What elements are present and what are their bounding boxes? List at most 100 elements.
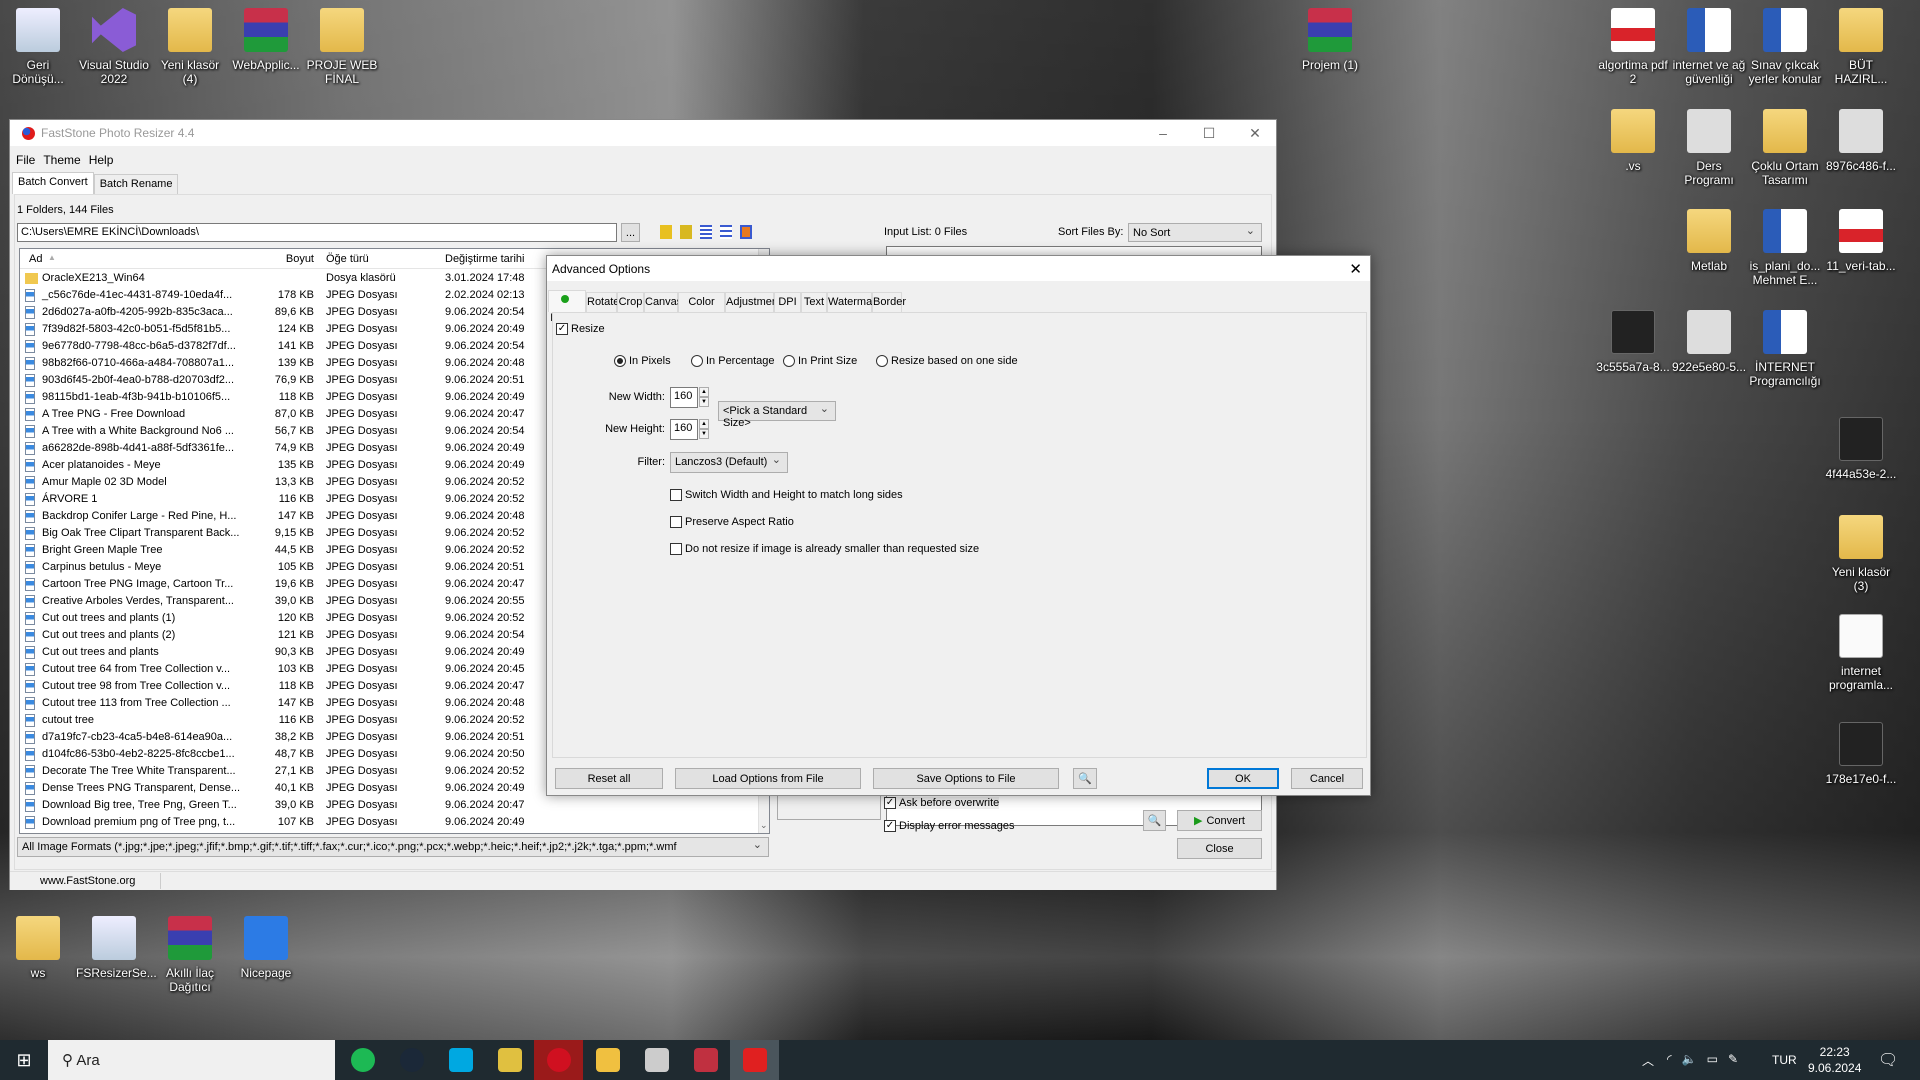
desktop-icon[interactable]: İNTERNET Programcılığı: [1747, 310, 1823, 388]
desktop-icon[interactable]: FSResizerSe...: [76, 916, 157, 980]
column-size[interactable]: Boyut: [270, 253, 314, 265]
save-options-button[interactable]: Save Options to File: [873, 768, 1059, 789]
height-spinner[interactable]: ▲ ▼: [699, 419, 709, 439]
battery-icon[interactable]: ▭: [1707, 1052, 1718, 1066]
pen-icon[interactable]: ✎: [1728, 1052, 1738, 1066]
desktop-icon[interactable]: WebApplic...: [228, 8, 304, 72]
load-options-button[interactable]: Load Options from File: [675, 768, 861, 789]
tab-color-depth[interactable]: Color Depth: [678, 292, 725, 326]
desktop-icon[interactable]: Metlab: [1671, 209, 1747, 273]
thumbnail-view-icon[interactable]: [740, 225, 752, 239]
menu-theme[interactable]: Theme: [43, 153, 80, 167]
desktop-icon[interactable]: Nicepage: [228, 916, 304, 980]
tab-watermark[interactable]: Watermark: [827, 292, 881, 312]
maximize-button[interactable]: ☐: [1186, 120, 1232, 146]
tab-batch-rename[interactable]: Batch Rename: [93, 174, 179, 194]
column-type[interactable]: Öğe türü: [326, 253, 369, 265]
details-view-icon[interactable]: [700, 225, 712, 239]
desktop-icon[interactable]: .vs: [1595, 109, 1671, 173]
radio-in-percentage[interactable]: In Percentage: [691, 355, 775, 368]
taskbar-app[interactable]: [436, 1040, 485, 1080]
preview-options-button[interactable]: 🔍: [1073, 768, 1097, 789]
tab-text[interactable]: Text: [801, 292, 827, 312]
format-filter-select[interactable]: All Image Formats (*.jpg;*.jpe;*.jpeg;*.…: [17, 837, 769, 857]
preserve-aspect-checkbox[interactable]: Preserve Aspect Ratio: [670, 516, 794, 529]
taskbar-app[interactable]: [632, 1040, 681, 1080]
desktop-icon[interactable]: algortima pdf 2: [1595, 8, 1671, 86]
tab-rotate[interactable]: Rotate: [586, 292, 619, 312]
desktop-icon[interactable]: 11_veri-tab...: [1823, 209, 1899, 273]
desktop-icon[interactable]: 3c555a7a-8...: [1595, 310, 1671, 374]
folder-up-icon[interactable]: [660, 225, 672, 239]
desktop-icon[interactable]: Sınav çıkcak yerler konular: [1747, 8, 1823, 86]
width-input[interactable]: 160: [670, 387, 698, 408]
display-errors-checkbox[interactable]: ✓ Display error messages: [884, 820, 1015, 833]
clock[interactable]: 22:23 9.06.2024: [1808, 1044, 1861, 1076]
height-input[interactable]: 160: [670, 419, 698, 440]
browse-button[interactable]: ...: [621, 223, 640, 242]
volume-icon[interactable]: 🔈: [1682, 1052, 1697, 1066]
close-window-button[interactable]: ✕: [1232, 120, 1278, 146]
resize-checkbox[interactable]: ✓ Resize: [556, 323, 605, 336]
refresh-icon[interactable]: [680, 225, 692, 239]
wifi-icon[interactable]: ◜: [1667, 1052, 1672, 1066]
menu-help[interactable]: Help: [89, 153, 114, 167]
path-input[interactable]: C:\Users\EMRE EKİNCİ\Downloads\: [17, 223, 617, 242]
ok-button[interactable]: OK: [1207, 768, 1279, 789]
desktop-icon[interactable]: Yeni klasör (4): [152, 8, 228, 86]
column-date[interactable]: Değiştirme tarihi: [445, 253, 524, 265]
dialog-close-button[interactable]: ✕: [1349, 260, 1362, 278]
notification-icon[interactable]: 🗨: [1878, 1050, 1898, 1070]
tab-dpi[interactable]: DPI: [774, 292, 801, 312]
language-indicator[interactable]: TUR: [1772, 1053, 1797, 1067]
radio-in-pixels[interactable]: In Pixels: [614, 355, 671, 368]
standard-size-select[interactable]: <Pick a Standard Size>: [718, 401, 836, 429]
no-upscale-checkbox[interactable]: Do not resize if image is already smalle…: [670, 543, 979, 556]
taskbar-app[interactable]: [338, 1040, 387, 1080]
column-name[interactable]: Ad: [29, 253, 42, 265]
desktop-icon[interactable]: 4f44a53e-2...: [1823, 417, 1899, 481]
tab-border[interactable]: Border: [872, 292, 906, 312]
desktop-icon[interactable]: 8976c486-f...: [1823, 109, 1899, 173]
tray-chevron-icon[interactable]: ︿: [1642, 1052, 1654, 1069]
width-spinner[interactable]: ▲ ▼: [699, 387, 709, 407]
taskbar-app[interactable]: [681, 1040, 730, 1080]
desktop-icon[interactable]: BÜT HAZIRL...: [1823, 8, 1899, 86]
switch-width-height-checkbox[interactable]: Switch Width and Height to match long si…: [670, 489, 903, 502]
tab-resize[interactable]: Resize: [548, 290, 586, 324]
tab-crop[interactable]: Crop: [617, 292, 644, 312]
file-row[interactable]: Download premium png of Tree png, t... 10…: [20, 814, 760, 831]
desktop-icon[interactable]: internet programla...: [1823, 614, 1899, 692]
search-box[interactable]: ⚲ Ara: [48, 1040, 335, 1080]
desktop-icon[interactable]: Visual Studio 2022: [76, 8, 152, 86]
desktop-icon[interactable]: is_plani_do... Mehmet E...: [1747, 209, 1823, 287]
close-button[interactable]: Close: [1177, 838, 1262, 859]
tab-batch-convert[interactable]: Batch Convert: [12, 172, 94, 194]
ask-overwrite-checkbox[interactable]: ✓ Ask before overwrite: [884, 797, 1000, 810]
desktop-icon[interactable]: Geri Dönüşü...: [0, 8, 76, 86]
desktop-icon[interactable]: Akıllı İlaç Dağıtıcı: [152, 916, 228, 994]
desktop-icon[interactable]: Çoklu Ortam Tasarımı: [1747, 109, 1823, 187]
menu-file[interactable]: File: [16, 153, 35, 167]
filter-select[interactable]: Lanczos3 (Default): [670, 452, 788, 473]
file-row[interactable]: Download Big tree, Tree Png, Green T... 3…: [20, 797, 760, 814]
cancel-button[interactable]: Cancel: [1291, 768, 1363, 789]
convert-button[interactable]: ▶ Convert: [1177, 810, 1262, 831]
desktop-icon[interactable]: 178e17e0-f...: [1823, 722, 1899, 786]
taskbar-app[interactable]: [730, 1040, 779, 1080]
start-button[interactable]: ⊞: [0, 1040, 48, 1080]
radio-one-side[interactable]: Resize based on one side: [876, 355, 1018, 368]
preview-button[interactable]: 🔍: [1143, 810, 1166, 831]
radio-in-print-size[interactable]: In Print Size: [783, 355, 857, 368]
desktop-icon[interactable]: Ders Programı: [1671, 109, 1747, 187]
tab-adjustments[interactable]: Adjustments: [725, 292, 787, 312]
desktop-icon[interactable]: Projem (1): [1292, 8, 1368, 72]
desktop-icon[interactable]: 922e5e80-5...: [1671, 310, 1747, 374]
desktop-icon[interactable]: internet ve ağ güvenliği: [1671, 8, 1747, 86]
reset-all-button[interactable]: Reset all: [555, 768, 663, 789]
faststone-link[interactable]: www.FastStone.org: [40, 875, 135, 887]
taskbar-app[interactable]: [534, 1040, 583, 1080]
desktop-icon[interactable]: PROJE WEB FİNAL: [304, 8, 380, 86]
minimize-button[interactable]: –: [1140, 120, 1186, 146]
taskbar-app[interactable]: [583, 1040, 632, 1080]
